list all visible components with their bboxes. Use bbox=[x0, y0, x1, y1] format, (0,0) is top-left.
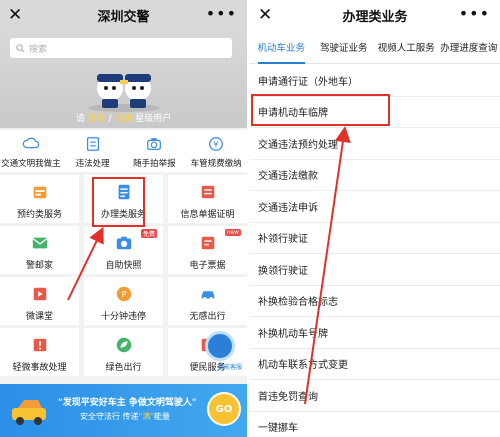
grid-label: 信息单据证明 bbox=[180, 210, 235, 220]
new-badge: new bbox=[224, 229, 241, 236]
quick-actions: 交通文明我做主 违法处理 随手拍举报 ¥ 车管规费缴纳 bbox=[0, 130, 247, 172]
free-badge: 免费 bbox=[140, 229, 157, 238]
grid-label: 微课堂 bbox=[25, 312, 53, 322]
tab-license[interactable]: 驾驶证业务 bbox=[313, 30, 376, 63]
left-screen: ✕ 深圳交警 ••• 搜索 请 登录 / 注册 星级用户 交通文明我做主 违法处… bbox=[0, 0, 247, 437]
more-icon[interactable]: ••• bbox=[459, 4, 490, 23]
page-title: 办理类业务 bbox=[342, 9, 408, 25]
promo-banner[interactable]: "发现平安好车主 争做文明驾驶人" 安全守法行 传递"满"能量 GO bbox=[0, 384, 247, 437]
login-prompt: 请 登录 / 注册 星级用户 bbox=[0, 111, 247, 124]
greeting-post: 星级用户 bbox=[132, 114, 172, 124]
banner-slogan: "发现平安好车主 争做文明驾驶人" bbox=[58, 398, 197, 408]
search-placeholder: 搜索 bbox=[29, 44, 48, 55]
grid-label: 无感出行 bbox=[189, 312, 226, 322]
list-item[interactable]: 补换检验合格标志 bbox=[250, 286, 500, 317]
list-item[interactable]: 换领行驶证 bbox=[250, 254, 500, 286]
classroom-icon bbox=[33, 287, 46, 301]
right-titlebar: ✕ 办理类业务 ••• bbox=[250, 0, 500, 30]
left-titlebar: ✕ 深圳交警 ••• bbox=[0, 0, 247, 30]
banner-subtitle: 安全守法行 传递"满"能量 bbox=[80, 411, 170, 422]
grid-label: 绿色出行 bbox=[105, 363, 142, 373]
leaf-icon bbox=[116, 337, 131, 353]
search-icon bbox=[16, 43, 25, 53]
grid-postal[interactable]: 警邮家 bbox=[0, 226, 79, 274]
svg-text:¥: ¥ bbox=[214, 139, 219, 149]
assistant-label: 智能客服 bbox=[218, 364, 243, 371]
close-icon[interactable]: ✕ bbox=[8, 5, 22, 25]
quick-violation[interactable]: 违法处理 bbox=[62, 130, 124, 172]
grid-label: 十分钟违停 bbox=[100, 312, 146, 322]
banner-sub-a: 安全守法行 传递 bbox=[80, 412, 139, 421]
tab-video-service[interactable]: 视频人工服务 bbox=[375, 30, 438, 63]
list-item[interactable]: 一键挪车 bbox=[250, 412, 500, 437]
close-icon[interactable]: ✕ bbox=[258, 5, 272, 25]
certificate-icon bbox=[201, 185, 214, 199]
grid-label: 自助快照 bbox=[105, 261, 142, 271]
quick-label: 违法处理 bbox=[75, 159, 110, 169]
camera-icon bbox=[147, 138, 162, 151]
grid-label: 预约类服务 bbox=[16, 210, 62, 220]
go-button[interactable]: GO bbox=[207, 392, 241, 426]
tab-progress[interactable]: 办理进度查询 bbox=[438, 30, 500, 63]
highlight-handling bbox=[92, 177, 145, 227]
list-item[interactable]: 补领行驶证 bbox=[250, 223, 500, 254]
grid-label: 轻微事故处理 bbox=[12, 363, 67, 373]
camera-icon bbox=[116, 236, 131, 250]
car-icon bbox=[201, 291, 214, 301]
list-item[interactable]: 申请通行证（外地车） bbox=[250, 65, 500, 97]
grid-accident[interactable]: 轻微事故处理 bbox=[0, 328, 79, 376]
list-item[interactable]: 首违免罚查询 bbox=[250, 380, 500, 412]
yen-icon: ¥ bbox=[209, 137, 224, 151]
list-item[interactable]: 机动车联系方式变更 bbox=[250, 349, 500, 380]
grid-green[interactable]: 绿色出行 bbox=[84, 328, 163, 376]
car-illustration-icon bbox=[12, 400, 46, 425]
highlight-temp-plate bbox=[251, 94, 390, 126]
grid-label: 电子票据 bbox=[189, 261, 226, 271]
fine-icon bbox=[86, 137, 99, 151]
quick-label: 随手拍举报 bbox=[133, 159, 176, 169]
search-input[interactable]: 搜索 bbox=[10, 38, 232, 58]
mail-icon bbox=[31, 237, 48, 249]
quick-fees[interactable]: ¥ 车管规费缴纳 bbox=[185, 130, 247, 172]
parking-icon: P bbox=[116, 286, 131, 302]
greeting-pre: 请 bbox=[75, 114, 85, 124]
register-link[interactable]: 注册 bbox=[114, 114, 132, 124]
grid-classroom[interactable]: 微课堂 bbox=[0, 277, 79, 325]
list-item[interactable]: 交通违法预约处理 bbox=[250, 128, 500, 160]
grid-label: 警邮家 bbox=[25, 261, 53, 271]
grid-certificate[interactable]: 信息单据证明 bbox=[168, 175, 247, 223]
accident-icon bbox=[33, 338, 46, 352]
right-screen: ✕ 办理类业务 ••• 机动车业务 驾驶证业务 视频人工服务 办理进度查询 申请… bbox=[250, 0, 500, 437]
calendar-icon bbox=[33, 186, 46, 199]
ticket-icon bbox=[201, 236, 214, 250]
login-link[interactable]: 登录 bbox=[88, 114, 106, 124]
quick-label: 车管规费缴纳 bbox=[190, 159, 242, 169]
grid-parking[interactable]: P 十分钟违停 bbox=[84, 277, 163, 325]
page-title: 深圳交警 bbox=[97, 9, 150, 25]
list-item[interactable]: 交通违法申诉 bbox=[250, 191, 500, 223]
cloud-icon bbox=[22, 137, 40, 149]
police-mascot-icon bbox=[88, 74, 160, 112]
svg-text:P: P bbox=[121, 289, 126, 299]
hero-area: 搜索 请 登录 / 注册 星级用户 bbox=[0, 30, 247, 128]
grid-eticket[interactable]: new 电子票据 bbox=[168, 226, 247, 274]
list-item[interactable]: 补换机动车号牌 bbox=[250, 317, 500, 349]
tab-bar: 机动车业务 驾驶证业务 视频人工服务 办理进度查询 bbox=[250, 30, 500, 64]
grid-appointment[interactable]: 预约类服务 bbox=[0, 175, 79, 223]
quick-label: 交通文明我做主 bbox=[1, 159, 61, 169]
grid-snapshot[interactable]: 免费 自助快照 bbox=[84, 226, 163, 274]
banner-sub-b: "满" bbox=[138, 412, 154, 421]
list-item[interactable]: 交通违法缴款 bbox=[250, 160, 500, 191]
tab-vehicle[interactable]: 机动车业务 bbox=[250, 30, 313, 64]
grid-seamless[interactable]: 无感出行 bbox=[168, 277, 247, 325]
banner-sub-c: 能量 bbox=[153, 412, 170, 421]
assistant-button[interactable] bbox=[205, 331, 235, 361]
quick-report[interactable]: 随手拍举报 bbox=[124, 130, 186, 172]
more-icon[interactable]: ••• bbox=[206, 4, 237, 23]
quick-civility[interactable]: 交通文明我做主 bbox=[0, 130, 62, 172]
